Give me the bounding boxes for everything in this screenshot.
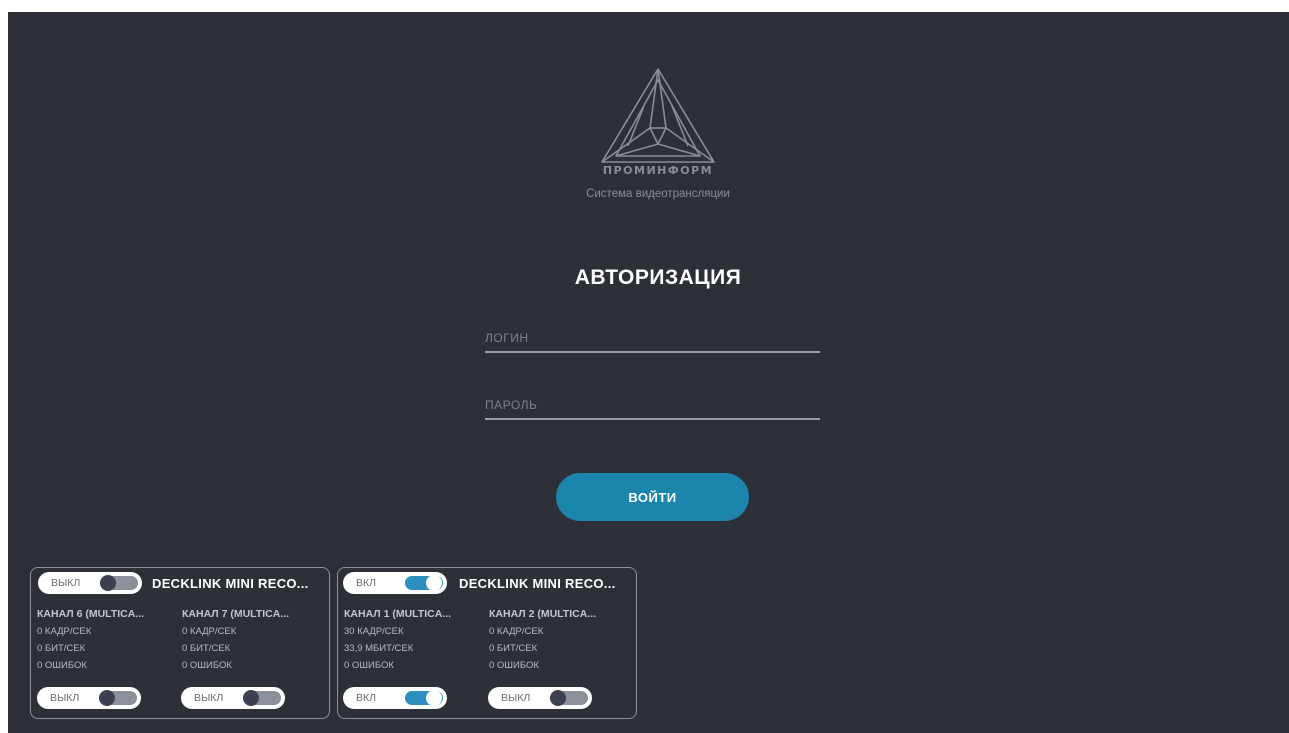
password-input[interactable] — [485, 392, 820, 420]
channel-errors: 0 ОШИБОК — [182, 660, 232, 671]
device-card: ВЫКЛ DECKLINK MINI RECO... КАНАЛ 6 (MULT… — [30, 567, 330, 719]
toggle-label: ВЫКЛ — [50, 692, 80, 704]
channel-info: КАНАЛ 1 (MULTICA... 30 КАДР/СЕК 33,9 МБИ… — [344, 608, 474, 671]
toggle-label: ВКЛ — [356, 692, 377, 704]
channel-toggle[interactable]: ВЫКЛ — [37, 687, 141, 709]
toggle-label: ВЫКЛ — [51, 577, 81, 589]
channel-name: КАНАЛ 6 (MULTICA... — [37, 608, 145, 620]
device-title: DECKLINK MINI RECO... — [152, 576, 309, 591]
toggle-knob-icon — [100, 575, 138, 591]
channel-name: КАНАЛ 2 (MULTICA... — [489, 608, 597, 620]
channel-info: КАНАЛ 6 (MULTICA... 0 КАДР/СЕК 0 БИТ/СЕК… — [37, 608, 167, 671]
channel-fps: 0 КАДР/СЕК — [182, 626, 237, 637]
channel-fps: 30 КАДР/СЕК — [344, 626, 404, 637]
channel-name: КАНАЛ 1 (MULTICA... — [344, 608, 452, 620]
toggle-knob-icon — [405, 690, 443, 706]
device-power-toggle[interactable]: ВЫКЛ — [38, 572, 142, 594]
channel-toggle[interactable]: ВЫКЛ — [181, 687, 285, 709]
brand-name: ПРОМИНФОРМ — [602, 164, 714, 177]
login-input[interactable] — [485, 325, 820, 353]
channel-errors: 0 ОШИБОК — [37, 660, 87, 671]
toggle-label: ВЫКЛ — [501, 692, 531, 704]
login-screen: ПРОМИНФОРМ Система видеотрансляции АВТОР… — [8, 12, 1289, 733]
page-title: АВТОРИЗАЦИЯ — [574, 266, 742, 289]
channel-errors: 0 ОШИБОК — [344, 660, 394, 671]
device-title: DECKLINK MINI RECO... — [459, 576, 616, 591]
toggle-knob-icon — [550, 690, 588, 706]
toggle-label: ВКЛ — [356, 577, 377, 589]
channel-fps: 0 КАДР/СЕК — [489, 626, 544, 637]
toggle-knob-icon — [243, 690, 281, 706]
channel-bitrate: 33,9 МБИТ/СЕК — [344, 643, 414, 654]
login-button[interactable]: ВОЙТИ — [556, 473, 749, 521]
triangle-logo-icon — [601, 68, 715, 163]
toggle-label: ВЫКЛ — [194, 692, 224, 704]
toggle-knob-icon — [405, 575, 443, 591]
channel-name: КАНАЛ 7 (MULTICA... — [182, 608, 290, 620]
channel-bitrate: 0 БИТ/СЕК — [182, 643, 231, 654]
channel-toggle[interactable]: ВКЛ — [343, 687, 447, 709]
channel-info: КАНАЛ 2 (MULTICA... 0 КАДР/СЕК 0 БИТ/СЕК… — [489, 608, 619, 671]
channel-toggle[interactable]: ВЫКЛ — [488, 687, 592, 709]
device-power-toggle[interactable]: ВКЛ — [343, 572, 447, 594]
toggle-knob-icon — [99, 690, 137, 706]
channel-errors: 0 ОШИБОК — [489, 660, 539, 671]
channel-bitrate: 0 БИТ/СЕК — [37, 643, 86, 654]
device-card: ВКЛ DECKLINK MINI RECO... КАНАЛ 1 (MULTI… — [337, 567, 637, 719]
channel-info: КАНАЛ 7 (MULTICA... 0 КАДР/СЕК 0 БИТ/СЕК… — [182, 608, 312, 671]
app-subtitle: Система видеотрансляции — [586, 188, 730, 200]
channel-bitrate: 0 БИТ/СЕК — [489, 643, 538, 654]
channel-fps: 0 КАДР/СЕК — [37, 626, 92, 637]
